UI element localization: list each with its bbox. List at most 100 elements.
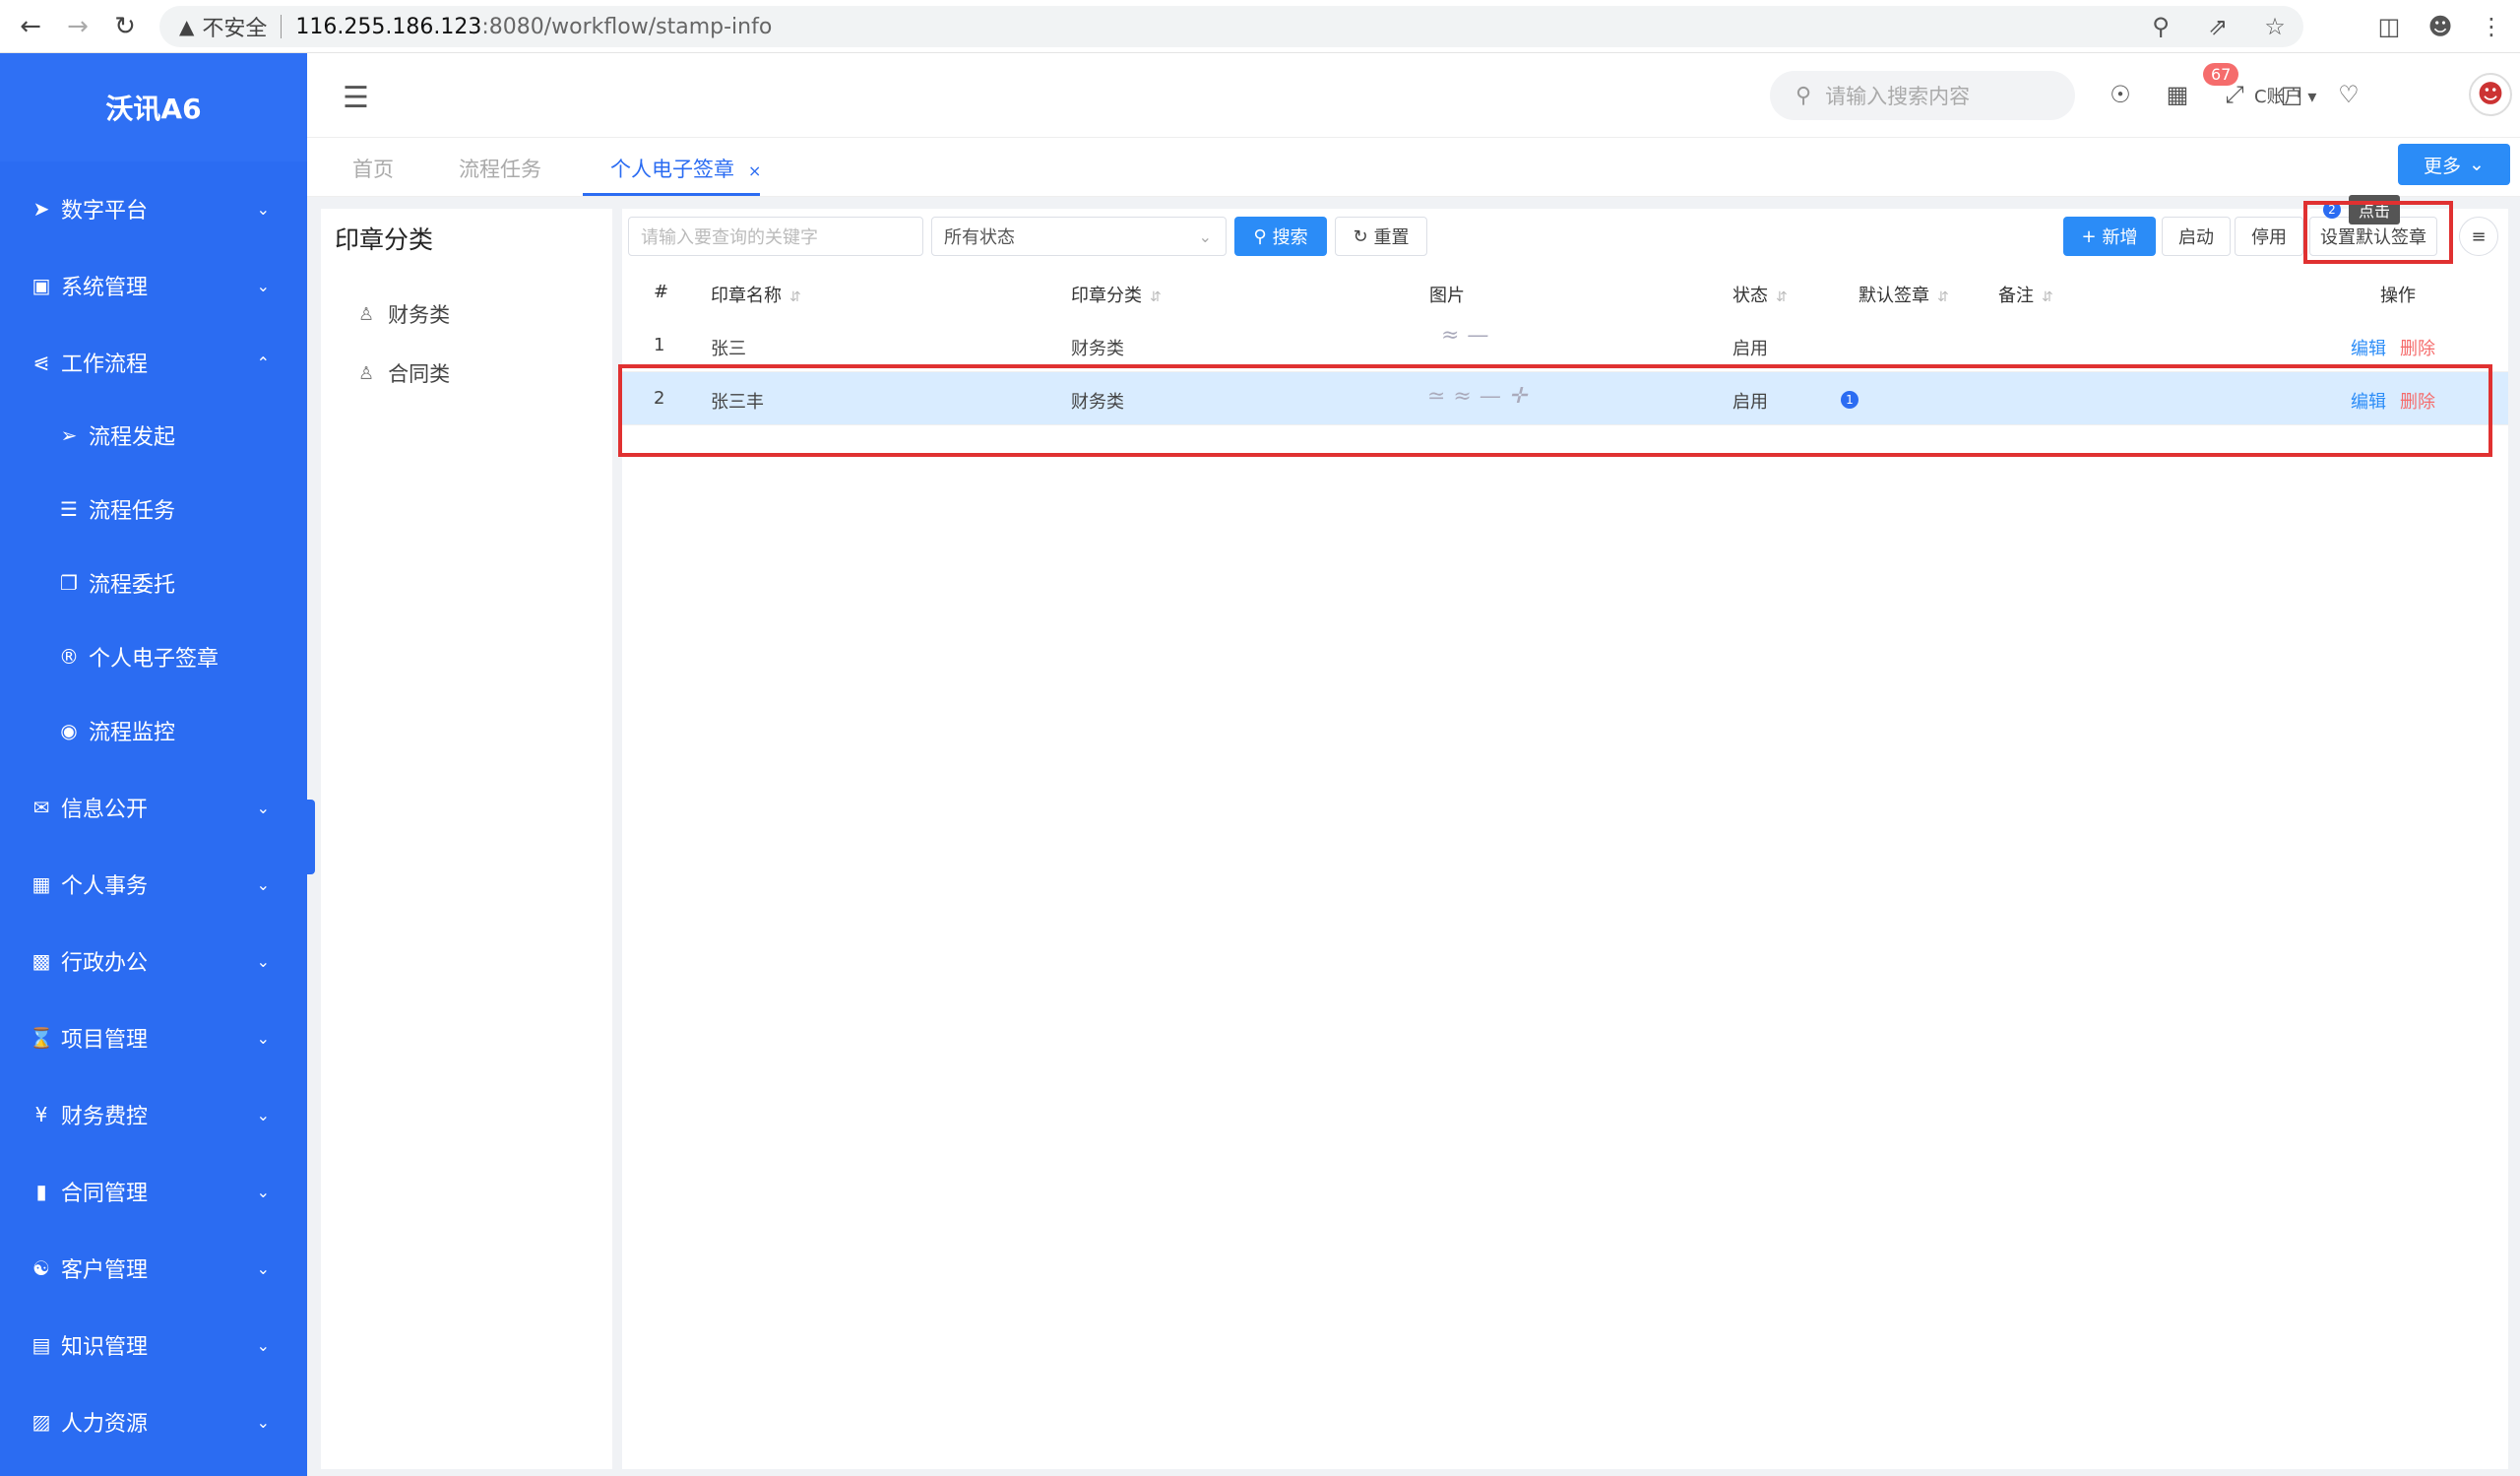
sidebar-item-system[interactable]: ▣ 系统管理 ⌄ (0, 256, 307, 315)
table-header: # 印章名称 ⇵ 印章分类 ⇵ 图片 状态 ⇵ 默认签章 ⇵ 备注 ⇵ 操作 (622, 268, 2508, 317)
edit-link[interactable]: 编辑 (2351, 339, 2386, 359)
chevron-up-icon: ⌃ (256, 353, 270, 372)
stamp-category-panel: 印章分类 ♙ 财务类 ♙ 合同类 (321, 209, 612, 1469)
avatar[interactable]: ☻ (2469, 73, 2512, 116)
eye-icon: ◉ (60, 719, 78, 742)
sidebar-item-project[interactable]: ⌛ 项目管理 ⌄ (0, 1008, 307, 1067)
key-icon[interactable]: ⚲ (2142, 8, 2179, 45)
account-menu[interactable]: C账户 ▾ (2254, 83, 2316, 108)
refresh-icon: ↻ (1353, 225, 1368, 247)
delete-link[interactable]: 删除 (2400, 339, 2435, 359)
sidebar-item-label: 人力资源 (61, 1412, 149, 1437)
tabs-bar: 首页 流程任务 个人电子签章 × 更多 ⌄ (307, 138, 2520, 197)
more-label: 更多 (2424, 155, 2462, 177)
status-value: 所有状态 (944, 227, 1015, 248)
sidebar-subitem-e-signature[interactable]: ® 个人电子签章 (0, 627, 307, 686)
sidebar-item-admin[interactable]: ▩ 行政办公 ⌄ (0, 931, 307, 991)
sidebar-item-label: 合同管理 (61, 1182, 149, 1206)
enable-button[interactable]: 启动 (2162, 217, 2231, 256)
hamburger-menu-icon[interactable]: ☰ (343, 81, 369, 115)
col-status[interactable]: 状态 ⇵ (1732, 282, 1788, 307)
sidepanel-icon[interactable]: ◫ (2370, 8, 2408, 45)
category-item-contract[interactable]: ♙ 合同类 (358, 358, 450, 388)
list-icon: ☰ (60, 497, 78, 521)
active-tab-indicator (583, 193, 760, 196)
column-settings-icon[interactable]: ≡ (2459, 217, 2498, 256)
more-button[interactable]: 更多 ⌄ (2398, 144, 2510, 185)
address-bar[interactable]: ▲ 不安全 116.255.186.123 :8080/workflow/sta… (159, 6, 2303, 47)
browser-actions: ◫ ☻ ⋮ (2370, 8, 2510, 45)
add-button[interactable]: + 新增 (2063, 217, 2156, 256)
sort-icon: ⇵ (2042, 289, 2053, 305)
sidebar-collapse-handle[interactable] (307, 800, 315, 874)
reload-icon[interactable]: ↻ (102, 4, 148, 49)
sidebar-item-contract[interactable]: ▮ 合同管理 ⌄ (0, 1162, 307, 1221)
share-page-icon[interactable]: ⇗ (2199, 8, 2236, 45)
sidebar-item-label: 个人电子签章 (89, 647, 220, 672)
disable-button[interactable]: 停用 (2235, 217, 2303, 256)
translate-icon[interactable]: ▦ (2160, 77, 2195, 112)
category-title: 印章分类 (335, 225, 434, 254)
sidebar-item-finance[interactable]: ¥ 财务费控 ⌄ (0, 1085, 307, 1144)
tab-home[interactable]: 首页 (352, 154, 394, 183)
stamp-list-panel: 请输入要查询的关键字 所有状态 ⌄ ⚲ 搜索 ↻ 重置 + 新增 启动 停用 设… (618, 195, 2508, 1469)
forward-icon[interactable]: → (55, 4, 100, 49)
bell-icon[interactable]: ♡ (2331, 77, 2366, 112)
yen-icon: ¥ (34, 1103, 48, 1126)
tab-workflow-tasks[interactable]: 流程任务 (459, 154, 541, 183)
sidebar-item-customer[interactable]: ☯ 客户管理 ⌄ (0, 1239, 307, 1298)
sidebar-item-label: 流程发起 (89, 425, 176, 450)
monitor-icon: ▣ (32, 274, 51, 297)
tab-e-signature[interactable]: 个人电子签章 × (610, 154, 761, 183)
kebab-menu-icon[interactable]: ⋮ (2473, 8, 2510, 45)
sidebar-subitem-start[interactable]: ➢ 流程发起 (0, 406, 307, 465)
col-stamp-name[interactable]: 印章名称 ⇵ (711, 282, 801, 307)
profile-icon[interactable]: ☻ (2422, 8, 2459, 45)
sidebar-item-label: 流程任务 (89, 499, 176, 524)
hourglass-icon: ⌛ (29, 1026, 54, 1050)
back-icon[interactable]: ← (8, 4, 53, 49)
shirt-icon[interactable]: ☉ (2103, 77, 2138, 112)
reset-button[interactable]: ↻ 重置 (1335, 217, 1427, 256)
sidebar-item-hr[interactable]: ▨ 人力资源 ⌄ (0, 1392, 307, 1451)
sidebar-item-digital-platform[interactable]: ➤ 数字平台 ⌄ (0, 179, 307, 238)
row-index: 1 (654, 335, 665, 355)
chevron-down-icon: ⌄ (256, 1182, 270, 1201)
search-button[interactable]: ⚲ 搜索 (1234, 217, 1327, 256)
sidebar-item-workflow[interactable]: ⪗ 工作流程 ⌃ (0, 333, 307, 392)
col-stamp-category[interactable]: 印章分类 ⇵ (1071, 282, 1162, 307)
id-card-icon: ▦ (32, 872, 51, 896)
add-button-label: 新增 (2102, 227, 2138, 248)
chevron-down-icon: ⌄ (1198, 226, 1212, 246)
file-icon: ▮ (35, 1180, 47, 1203)
url-divider (281, 15, 283, 38)
sidebar-item-label: 行政办公 (61, 951, 149, 976)
sidebar-item-personal[interactable]: ▦ 个人事务 ⌄ (0, 855, 307, 914)
sidebar-subitem-tasks[interactable]: ☰ 流程任务 (0, 480, 307, 539)
sidebar-item-label: 数字平台 (61, 199, 149, 224)
category-item-finance[interactable]: ♙ 财务类 (358, 299, 450, 329)
row-stamp-name: 张三 (711, 339, 746, 359)
col-remark[interactable]: 备注 ⇵ (1998, 282, 2053, 307)
global-search-input[interactable]: ⚲ 请输入搜索内容 (1770, 71, 2075, 120)
close-icon[interactable]: × (748, 161, 761, 180)
sidebar-subitem-monitor[interactable]: ◉ 流程监控 (0, 701, 307, 760)
sidebar-item-knowledge[interactable]: ▤ 知识管理 ⌄ (0, 1316, 307, 1375)
chevron-down-icon: ⌄ (256, 199, 270, 219)
col-label: 印章分类 (1071, 286, 1142, 306)
star-icon[interactable]: ☆ (2256, 8, 2294, 45)
sidebar-item-info[interactable]: ✉ 信息公开 ⌄ (0, 778, 307, 837)
keyword-input[interactable]: 请输入要查询的关键字 (628, 217, 923, 256)
sidebar-subitem-delegate[interactable]: ❐ 流程委托 (0, 553, 307, 612)
sidebar-item-label: 流程委托 (89, 573, 176, 598)
col-index: # (654, 282, 669, 302)
url-path: :8080/workflow/stamp-info (481, 14, 773, 39)
col-label: 默认签章 (1858, 286, 1929, 306)
keyword-placeholder: 请输入要查询的关键字 (641, 227, 818, 248)
user-icon: ♙ (358, 303, 375, 325)
status-select[interactable]: 所有状态 ⌄ (931, 217, 1227, 256)
col-default-stamp[interactable]: 默认签章 ⇵ (1858, 282, 1949, 307)
address-bar-icons: ⚲ ⇗ ☆ (2142, 8, 2294, 45)
col-image: 图片 (1429, 286, 1465, 306)
row-actions: 编辑 删除 (2351, 335, 2435, 360)
